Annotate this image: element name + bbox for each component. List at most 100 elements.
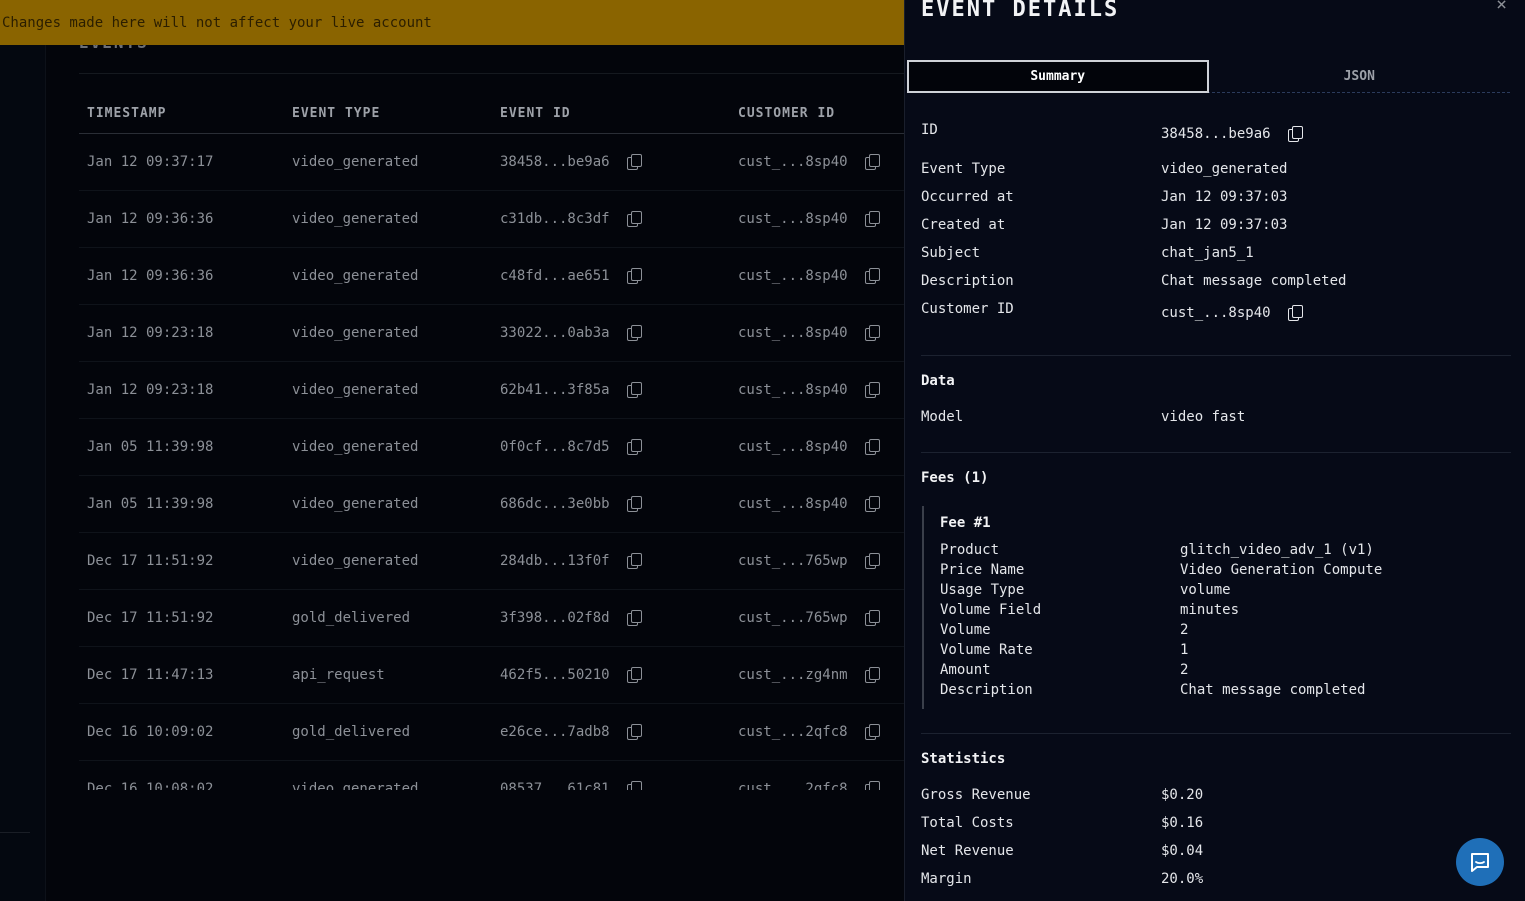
- event-details-panel: EVENT DETAILS × Summary JSON ID 38458...b…: [904, 0, 1525, 901]
- field-row: Description Chat message completed: [921, 273, 1511, 299]
- stat-row: Gross Revenue $0.20: [921, 787, 1511, 807]
- customer-id-text: cust_...8sp40: [738, 496, 848, 512]
- cell-event-type: gold_delivered: [292, 610, 411, 626]
- customer-id-text: cust_...8sp40: [738, 154, 848, 170]
- field-row: Occurred at Jan 12 09:37:03: [921, 189, 1511, 215]
- table-row[interactable]: Jan 12 09:36:36 video_generated c31db...8c…: [79, 191, 904, 248]
- cell-customer-id: cust_...8sp40: [730, 325, 904, 341]
- close-icon[interactable]: ×: [1496, 0, 1507, 15]
- events-table: TIMESTAMP EVENT TYPE EVENT ID CUSTOMER I…: [79, 94, 904, 790]
- field-value-text: Jan 12 09:37:03: [1161, 189, 1288, 205]
- test-mode-banner: Changes made here will not affect your l…: [0, 0, 904, 45]
- cell-event-type: video_generated: [292, 154, 419, 170]
- customer-id-text: cust_...8sp40: [738, 325, 848, 341]
- copy-icon[interactable]: [864, 724, 880, 740]
- table-row[interactable]: Jan 05 11:39:98 video_generated 0f0cf...8c…: [79, 419, 904, 476]
- copy-icon[interactable]: [626, 667, 642, 683]
- copy-icon[interactable]: [626, 268, 642, 284]
- fee-row: Volume Field minutes: [940, 602, 1500, 622]
- col-event-type[interactable]: EVENT TYPE: [284, 106, 492, 121]
- copy-icon[interactable]: [864, 610, 880, 626]
- tab-summary[interactable]: Summary: [907, 60, 1209, 93]
- copy-icon[interactable]: [626, 724, 642, 740]
- event-id-text: 08537...61c81: [500, 781, 610, 790]
- field-value-text: chat_jan5_1: [1161, 245, 1254, 261]
- copy-icon[interactable]: [1287, 305, 1303, 321]
- stat-value: $0.16: [1161, 815, 1204, 831]
- table-row[interactable]: Dec 16 10:08:02 video_generated 08537...61…: [79, 761, 904, 790]
- fee-label: Amount: [940, 662, 991, 678]
- copy-icon[interactable]: [626, 553, 642, 569]
- cell-customer-id: cust_...8sp40: [730, 439, 904, 455]
- table-row[interactable]: Dec 17 11:51:92 video_generated 284db...13…: [79, 533, 904, 590]
- fee-title: Fee #1: [940, 515, 991, 531]
- banner-text: Changes made here will not affect your l…: [2, 14, 432, 31]
- copy-icon[interactable]: [864, 553, 880, 569]
- table-row[interactable]: Jan 12 09:23:18 video_generated 33022...0a…: [79, 305, 904, 362]
- copy-icon[interactable]: [864, 496, 880, 512]
- copy-icon[interactable]: [626, 781, 642, 790]
- copy-icon[interactable]: [864, 781, 880, 790]
- copy-icon[interactable]: [864, 439, 880, 455]
- event-id-text: 62b41...3f85a: [500, 382, 610, 398]
- copy-icon[interactable]: [864, 667, 880, 683]
- cell-event-id: 462f5...50210: [492, 667, 730, 683]
- stat-value: 20.0%: [1161, 871, 1204, 887]
- copy-icon[interactable]: [864, 382, 880, 398]
- copy-icon[interactable]: [626, 211, 642, 227]
- cell-timestamp: Jan 12 09:23:18: [87, 325, 214, 341]
- table-row[interactable]: Dec 17 11:47:13 api_request 462f5...50210 c…: [79, 647, 904, 704]
- chat-support-button[interactable]: [1456, 838, 1504, 886]
- copy-icon[interactable]: [864, 211, 880, 227]
- stat-label: Gross Revenue: [921, 787, 1031, 803]
- copy-icon[interactable]: [626, 382, 642, 398]
- fee-row: Description Chat message completed: [940, 682, 1500, 702]
- tab-json[interactable]: JSON: [1209, 60, 1511, 93]
- fee-row: Volume Rate 1: [940, 642, 1500, 662]
- col-customer-id[interactable]: CUSTOMER ID: [730, 106, 904, 121]
- copy-icon[interactable]: [864, 268, 880, 284]
- event-id-text: 3f398...02f8d: [500, 610, 610, 626]
- customer-id-text: cust_...8sp40: [738, 211, 848, 227]
- copy-icon[interactable]: [1287, 126, 1303, 142]
- cell-event-id: 0f0cf...8c7d5: [492, 439, 730, 455]
- copy-icon[interactable]: [864, 325, 880, 341]
- copy-icon[interactable]: [626, 496, 642, 512]
- fee-value: Chat message completed: [1180, 682, 1366, 698]
- event-id-text: 0f0cf...8c7d5: [500, 439, 610, 455]
- event-id-text: e26ce...7adb8: [500, 724, 610, 740]
- table-row[interactable]: Jan 12 09:37:17 video_generated 38458...be…: [79, 134, 904, 191]
- table-row[interactable]: Jan 05 11:39:98 video_generated 686dc...3e…: [79, 476, 904, 533]
- cell-timestamp: Dec 17 11:47:13: [87, 667, 214, 683]
- cell-event-type: video_generated: [292, 268, 419, 284]
- col-timestamp[interactable]: TIMESTAMP: [79, 106, 284, 121]
- copy-icon[interactable]: [626, 610, 642, 626]
- cell-customer-id: cust_...8sp40: [730, 496, 904, 512]
- table-row[interactable]: Dec 17 11:51:92 gold_delivered 3f398...02f…: [79, 590, 904, 647]
- cell-customer-id: cust_...8sp40: [730, 211, 904, 227]
- data-row-model: Model video fast: [921, 409, 1511, 429]
- title-divider: [79, 73, 904, 74]
- cell-event-type: gold_delivered: [292, 724, 411, 740]
- copy-icon[interactable]: [626, 439, 642, 455]
- table-row[interactable]: Dec 16 10:09:02 gold_delivered e26ce...7ad…: [79, 704, 904, 761]
- stat-row: Total Costs $0.16: [921, 815, 1511, 835]
- copy-icon[interactable]: [864, 154, 880, 170]
- table-row[interactable]: Jan 12 09:23:18 video_generated 62b41...3f…: [79, 362, 904, 419]
- event-id-text: 462f5...50210: [500, 667, 610, 683]
- event-id-text: 33022...0ab3a: [500, 325, 610, 341]
- fee-value: Video Generation Compute: [1180, 562, 1383, 578]
- fee-value: 2: [1180, 662, 1189, 678]
- cell-event-type: api_request: [292, 667, 385, 683]
- table-row[interactable]: Jan 12 09:36:36 video_generated c48fd...ae…: [79, 248, 904, 305]
- stat-row: Net Revenue $0.04: [921, 843, 1511, 863]
- panel-title: EVENT DETAILS: [921, 0, 1120, 22]
- fee-row: Price Name Video Generation Compute: [940, 562, 1500, 582]
- copy-icon[interactable]: [626, 325, 642, 341]
- cell-timestamp: Dec 16 10:08:02: [87, 781, 214, 790]
- customer-id-text: cust_...zg4nm: [738, 667, 848, 683]
- customer-id-text: cust_...2qfc8: [738, 781, 848, 790]
- cell-customer-id: cust_...2qfc8: [730, 781, 904, 790]
- copy-icon[interactable]: [626, 154, 642, 170]
- col-event-id[interactable]: EVENT ID: [492, 106, 730, 121]
